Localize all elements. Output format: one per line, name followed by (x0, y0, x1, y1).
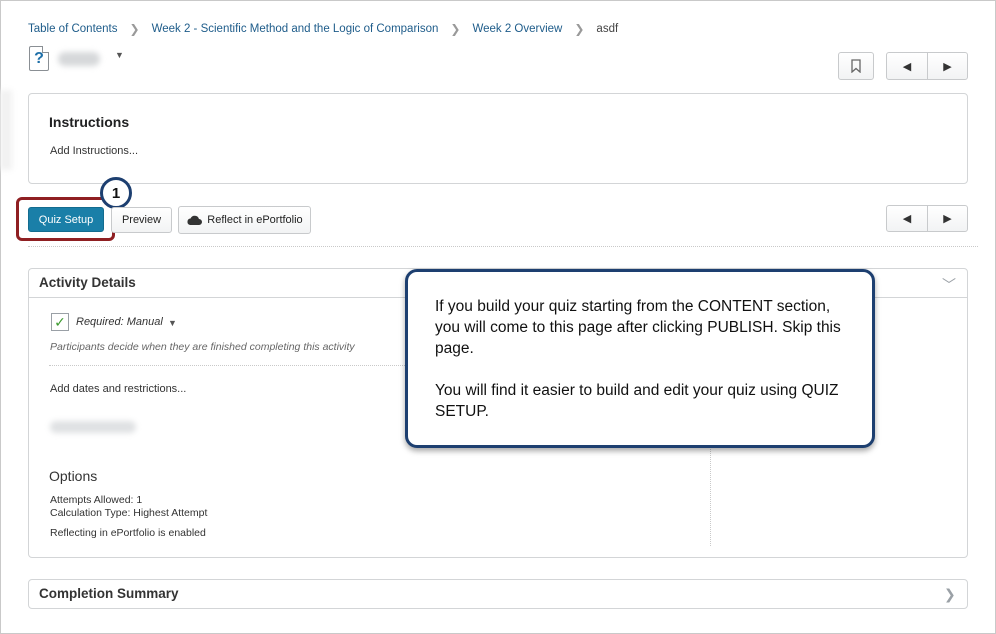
step-number-badge: 1 (100, 177, 132, 209)
prev-icon: ◀ (902, 60, 912, 73)
next-icon: ▶ (943, 213, 952, 225)
activity-details-title[interactable]: Activity Details (39, 275, 136, 290)
blurred-title (58, 52, 100, 66)
next-topic-button[interactable]: ▶ (927, 53, 967, 79)
required-dropdown-icon[interactable]: ▼ (168, 318, 177, 328)
reflect-label: Reflect in ePortfolio (207, 214, 303, 226)
cloud-icon (187, 215, 203, 225)
participants-note: Participants decide when they are finish… (50, 341, 355, 353)
preview-button[interactable]: Preview (111, 207, 172, 233)
add-instructions-link[interactable]: Add Instructions... (50, 145, 138, 157)
callout-paragraph-2: You will find it easier to build and edi… (435, 382, 839, 420)
expand-chevron-icon[interactable]: ❯ (944, 586, 956, 603)
next-topic-button-bottom[interactable]: ▶ (927, 206, 967, 231)
collapse-chevron-icon[interactable]: ﹀ (942, 275, 956, 295)
blurred-edge (0, 90, 12, 170)
breadcrumb-table-of-contents[interactable]: Table of Contents (28, 23, 118, 35)
attempts-allowed: Attempts Allowed: 1 (50, 494, 143, 506)
divider (28, 246, 978, 247)
reflect-eportfolio-button[interactable]: Reflect in ePortfolio (178, 206, 311, 234)
blurred-description (50, 421, 136, 433)
breadcrumb-separator-icon: ❯ (450, 22, 461, 36)
required-check-icon[interactable]: ✓ (51, 313, 69, 331)
required-label[interactable]: Required: Manual (76, 316, 163, 328)
options-title: Options (49, 468, 98, 484)
callout-paragraph-1: If you build your quiz starting from the… (435, 298, 841, 357)
quiz-question-icon: ? (29, 46, 49, 71)
topic-nav-bottom: ◀ ▶ (886, 205, 968, 232)
completion-summary-title[interactable]: Completion Summary (39, 586, 179, 601)
calculation-type: Calculation Type: Highest Attempt (50, 507, 208, 519)
breadcrumb: Table of Contents ❯ Week 2 - Scientific … (28, 22, 618, 36)
bookmark-icon (851, 59, 861, 73)
breadcrumb-week-2[interactable]: Week 2 - Scientific Method and the Logic… (152, 23, 439, 35)
breadcrumb-separator-icon: ❯ (129, 22, 140, 36)
instructions-panel (28, 93, 968, 184)
tutorial-callout: If you build your quiz starting from the… (405, 269, 875, 448)
prev-icon: ◀ (902, 213, 912, 225)
preview-label: Preview (121, 214, 162, 226)
topic-nav-top: ◀ ▶ (886, 52, 968, 80)
add-dates-link[interactable]: Add dates and restrictions... (50, 383, 186, 395)
breadcrumb-current: asdf (596, 23, 619, 35)
breadcrumb-week-2-overview[interactable]: Week 2 Overview (472, 23, 562, 35)
reflecting-status: Reflecting in ePortfolio is enabled (50, 527, 206, 539)
bookmark-button[interactable] (838, 52, 874, 80)
quiz-setup-button[interactable]: Quiz Setup (28, 207, 104, 232)
breadcrumb-separator-icon: ❯ (574, 22, 585, 36)
previous-topic-button-bottom[interactable]: ◀ (887, 206, 927, 231)
previous-topic-button[interactable]: ◀ (887, 53, 927, 79)
title-dropdown-icon[interactable]: ▼ (115, 50, 124, 60)
instructions-title: Instructions (49, 114, 130, 130)
column-divider (710, 440, 711, 546)
next-icon: ▶ (943, 60, 952, 73)
